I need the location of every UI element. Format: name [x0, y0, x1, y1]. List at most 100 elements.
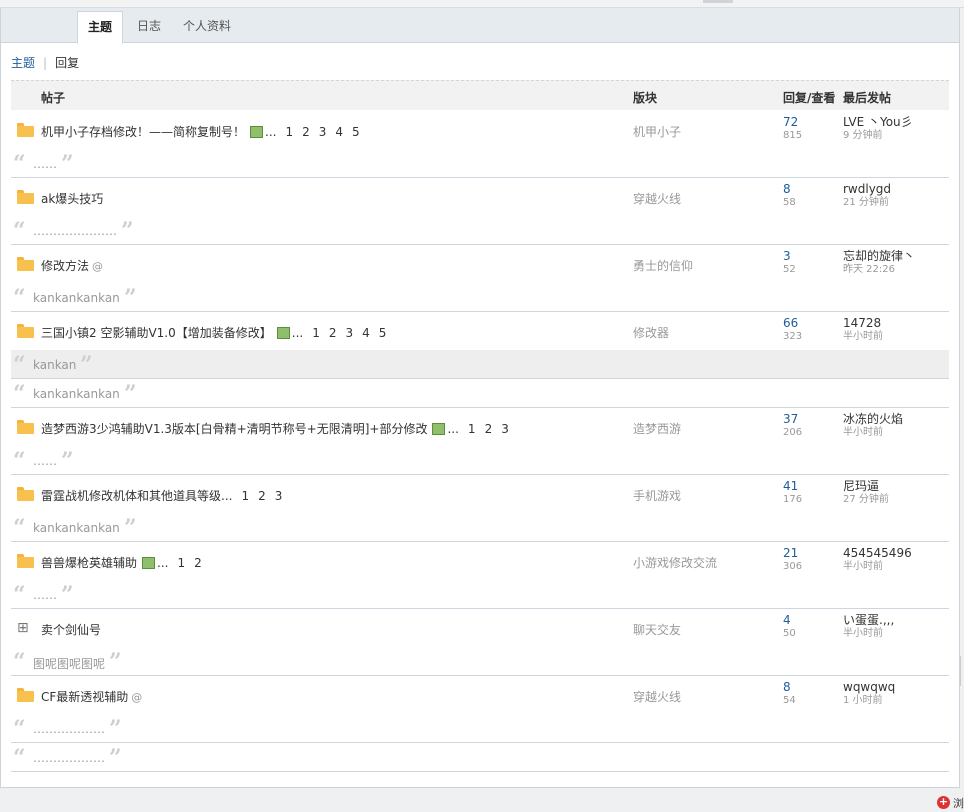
- last-post-time[interactable]: 昨天 22:26: [843, 263, 915, 276]
- thread-title-link[interactable]: ak爆头技巧: [41, 192, 103, 206]
- page-link[interactable]: 1: [177, 556, 185, 570]
- page-link[interactable]: 1: [312, 326, 320, 340]
- last-post-time[interactable]: 半小时前: [843, 560, 912, 573]
- reply-quote[interactable]: “ ……………… ”: [11, 743, 949, 772]
- table-row: 三国小镇2 空影辅助V1.0【增加装备修改】... 1 2 3 4 5 修改器 66 323 14…: [11, 312, 949, 350]
- page-link[interactable]: 2: [302, 125, 310, 139]
- reply-quote[interactable]: “ kankan”: [11, 350, 949, 379]
- reply-quote[interactable]: “ kankankankan ”: [11, 283, 949, 312]
- view-count: 52: [783, 264, 796, 275]
- reply-quote[interactable]: “ ………………… ”: [11, 216, 949, 245]
- quote-text: ……: [33, 454, 57, 468]
- view-count: 176: [783, 494, 803, 505]
- quote-text: ……: [33, 157, 57, 171]
- forum-link[interactable]: 聊天交友: [633, 621, 681, 638]
- table-row: 修改方法 @ 勇士的信仰 3 52 忘却的旋律丶 昨天 22:26: [11, 245, 949, 283]
- quote-open-icon: “: [13, 352, 26, 378]
- reply-count[interactable]: 72: [783, 116, 802, 129]
- last-poster[interactable]: 454545496: [843, 547, 912, 560]
- thread-title-link[interactable]: 机甲小子存档修改！——简称复制号！: [41, 125, 245, 139]
- tab-topics[interactable]: 主题: [77, 11, 123, 44]
- view-count: 815: [783, 130, 803, 141]
- reply-view-counts: 72 815: [783, 116, 802, 142]
- subnav-topics-link[interactable]: 主题: [11, 56, 35, 70]
- reply-count[interactable]: 4: [783, 614, 796, 627]
- last-post-time[interactable]: 9 分钟前: [843, 129, 913, 142]
- tab-blog[interactable]: 日志: [127, 11, 171, 43]
- thread-title-link[interactable]: 雷霆战机修改机体和其他道具等级: [41, 489, 221, 503]
- last-post-time[interactable]: 1 小时前: [843, 694, 895, 707]
- cart-icon: ⊞: [17, 620, 29, 636]
- page-link[interactable]: 2: [329, 326, 337, 340]
- forum-link[interactable]: 机甲小子: [633, 123, 681, 140]
- reply-quote[interactable]: “ …… ”: [11, 149, 949, 178]
- thread-title-link[interactable]: 造梦西游3少鸿辅助V1.3版本[白骨精+清明节称号+无限清明]+部分修改: [41, 422, 427, 436]
- last-poster[interactable]: wqwqwq: [843, 681, 895, 694]
- last-post-time[interactable]: 半小时前: [843, 426, 903, 439]
- page-link[interactable]: 3: [501, 422, 509, 436]
- page-link[interactable]: 3: [345, 326, 353, 340]
- thread-title-link[interactable]: CF最新透视辅助: [41, 690, 128, 704]
- reply-quote[interactable]: “ kankankankan ”: [11, 513, 949, 542]
- forum-link[interactable]: 修改器: [633, 324, 669, 341]
- thread-title-link[interactable]: 兽兽爆枪英雄辅助: [41, 556, 137, 570]
- reply-quote[interactable]: “ ……………… ”: [11, 714, 949, 743]
- page-link[interactable]: 2: [485, 422, 493, 436]
- page-link[interactable]: 3: [275, 489, 283, 503]
- reply-count[interactable]: 37: [783, 413, 802, 426]
- last-poster[interactable]: い蛋蛋.,,,: [843, 614, 894, 627]
- page-link[interactable]: 5: [352, 125, 360, 139]
- last-post-time[interactable]: 半小时前: [843, 330, 883, 343]
- reply-count[interactable]: 66: [783, 317, 802, 330]
- reply-count[interactable]: 8: [783, 183, 796, 196]
- folder-icon: [17, 688, 34, 702]
- thread-title-cell: 兽兽爆枪英雄辅助... 1 2: [41, 554, 202, 571]
- forum-link[interactable]: 造梦西游: [633, 420, 681, 437]
- quote-open-icon: “: [13, 448, 26, 474]
- page-link[interactable]: 4: [335, 125, 343, 139]
- thread-title-link[interactable]: 修改方法: [41, 259, 89, 273]
- reply-count[interactable]: 8: [783, 681, 796, 694]
- subnav: 主题 | 回复: [11, 54, 79, 71]
- quote-close-icon: ”: [124, 381, 137, 407]
- last-post-time[interactable]: 半小时前: [843, 627, 894, 640]
- page-link[interactable]: 1: [285, 125, 293, 139]
- thread-title-link[interactable]: 卖个剑仙号: [41, 623, 101, 637]
- forum-link[interactable]: 穿越火线: [633, 688, 681, 705]
- page-link[interactable]: 1: [468, 422, 476, 436]
- reply-quote[interactable]: “ 图呢图呢图呢”: [11, 647, 949, 676]
- forum-link[interactable]: 手机游戏: [633, 487, 681, 504]
- page-link[interactable]: 2: [258, 489, 266, 503]
- last-post-time[interactable]: 21 分钟前: [843, 196, 891, 209]
- forum-link[interactable]: 穿越火线: [633, 190, 681, 207]
- last-poster[interactable]: LVE 丶You彡: [843, 116, 913, 129]
- thread-title-cell: 修改方法 @: [41, 257, 103, 274]
- last-post-time[interactable]: 27 分钟前: [843, 493, 889, 506]
- page-link[interactable]: 1: [241, 489, 249, 503]
- thread-title-link[interactable]: 三国小镇2 空影辅助V1.0【增加装备修改】: [41, 326, 272, 340]
- quote-close-icon: ”: [80, 352, 93, 378]
- last-poster[interactable]: 冰冻的火焰: [843, 413, 903, 426]
- last-poster[interactable]: 忘却的旋律丶: [843, 250, 915, 263]
- page-link[interactable]: 3: [319, 125, 327, 139]
- last-poster[interactable]: 尼玛逼: [843, 480, 889, 493]
- tab-profile[interactable]: 个人资料: [173, 11, 241, 43]
- forum-link[interactable]: 小游戏修改交流: [633, 554, 717, 571]
- page-link[interactable]: 5: [379, 326, 387, 340]
- last-poster[interactable]: rwdlygd: [843, 183, 891, 196]
- forum-link[interactable]: 勇士的信仰: [633, 257, 693, 274]
- page-link[interactable]: 4: [362, 326, 370, 340]
- pages-ellipsis: ...: [265, 125, 277, 139]
- add-icon[interactable]: +: [937, 796, 950, 809]
- folder-icon: [17, 420, 34, 434]
- reply-quote[interactable]: “ …… ”: [11, 580, 949, 609]
- reply-count[interactable]: 3: [783, 250, 796, 263]
- page-link[interactable]: 2: [194, 556, 202, 570]
- last-poster[interactable]: 14728: [843, 317, 883, 330]
- quote-open-icon: “: [13, 515, 26, 541]
- reply-count[interactable]: 41: [783, 480, 802, 493]
- reply-quote[interactable]: “ …… ”: [11, 446, 949, 475]
- reply-count[interactable]: 21: [783, 547, 802, 560]
- subnav-replies-link[interactable]: 回复: [55, 56, 79, 70]
- reply-quote[interactable]: “ kankankankan ”: [11, 379, 949, 408]
